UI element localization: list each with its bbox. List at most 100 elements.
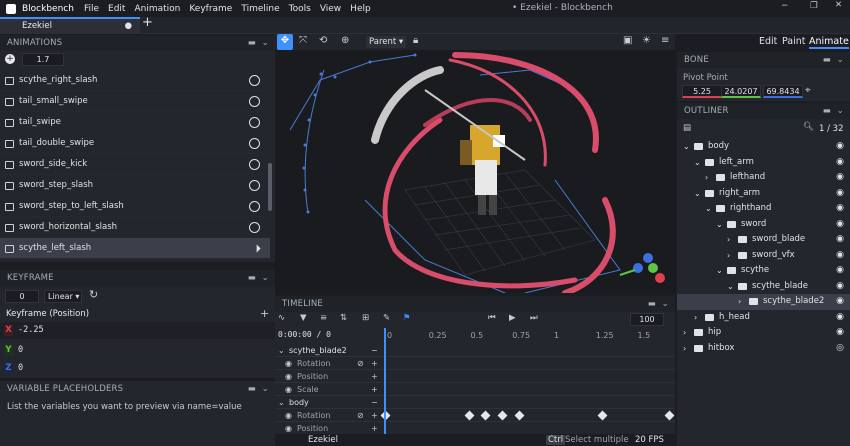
- menu-icon[interactable]: ▬: [648, 296, 656, 312]
- chevron-down-icon[interactable]: ⌄: [683, 139, 690, 155]
- eye-icon[interactable]: ◉: [836, 139, 844, 155]
- eye-icon[interactable]: ◉: [836, 201, 844, 217]
- eye-icon[interactable]: ◉: [836, 155, 844, 171]
- eye-icon[interactable]: ◉: [285, 370, 292, 383]
- chevron-down-icon[interactable]: ⌄: [694, 186, 701, 202]
- timeline-group[interactable]: ⌄ scythe_blade2 −: [275, 344, 675, 357]
- scrollbar[interactable]: [268, 163, 272, 211]
- chevron-down-icon[interactable]: ⌄: [262, 381, 269, 397]
- chevron-down-icon[interactable]: ⌄: [716, 217, 723, 233]
- menu-icon[interactable]: ▬: [823, 103, 831, 119]
- sort-icon[interactable]: ⇅: [340, 313, 347, 323]
- outliner-item[interactable]: ⌄ scythe ◉: [677, 263, 850, 279]
- chevron-down-icon[interactable]: ⌄: [705, 201, 712, 217]
- tab-ezekiel[interactable]: Ezekiel ●: [0, 17, 140, 34]
- eye-icon[interactable]: ◉: [836, 325, 844, 341]
- mode-edit[interactable]: Edit: [759, 36, 777, 47]
- eye-icon[interactable]: ◉: [836, 232, 844, 248]
- animation-item[interactable]: tail_double_swipe: [0, 133, 270, 154]
- animation-item[interactable]: tail_swipe: [0, 112, 270, 133]
- maximize-icon[interactable]: ❐: [810, 1, 818, 11]
- eye-icon[interactable]: ◉: [285, 409, 292, 422]
- animation-item[interactable]: sword_step_to_left_slash: [0, 196, 270, 217]
- animation-item[interactable]: scythe_left_slash ⏵: [0, 238, 270, 259]
- new-tab-button[interactable]: +: [142, 15, 153, 30]
- menu-icon[interactable]: ▬: [248, 270, 256, 286]
- marker-icon[interactable]: ⚑: [403, 313, 411, 323]
- eye-icon[interactable]: ◉: [836, 279, 844, 295]
- animation-item[interactable]: sword_step_slash: [0, 175, 270, 196]
- interpolation-select[interactable]: Linear ▾: [44, 290, 82, 303]
- timeline-channel[interactable]: ◉ Scale +: [275, 383, 675, 396]
- menu-timeline[interactable]: Timeline: [241, 4, 279, 14]
- animation-length-input[interactable]: 1.7: [22, 53, 64, 66]
- outliner-item[interactable]: ⌄ right_arm ◉: [677, 186, 850, 202]
- axis-gizmo[interactable]: [619, 253, 665, 283]
- play-toggle[interactable]: [249, 159, 260, 170]
- menu-keyframe[interactable]: Keyframe: [189, 4, 232, 14]
- outliner-item[interactable]: › hitbox ◎: [677, 341, 850, 357]
- play-icon[interactable]: ▶: [509, 313, 516, 323]
- chevron-right-icon[interactable]: ›: [727, 232, 730, 248]
- play-toggle[interactable]: [249, 201, 260, 212]
- graph-editor-icon[interactable]: ∿: [278, 313, 285, 323]
- keyframe-time-input[interactable]: 0: [5, 290, 39, 303]
- animation-item[interactable]: tail_small_swipe: [0, 91, 270, 112]
- chevron-down-icon[interactable]: ⌄: [837, 103, 844, 119]
- screenshot-icon[interactable]: ▣: [623, 34, 632, 48]
- play-toggle[interactable]: [249, 96, 260, 107]
- eye-icon[interactable]: ◉: [836, 217, 844, 233]
- chevron-down-icon[interactable]: ⌄: [278, 396, 285, 409]
- play-toggle[interactable]: [249, 117, 260, 128]
- resize-tool-icon[interactable]: ⤧: [299, 34, 307, 48]
- move-tool-icon[interactable]: ✥: [277, 34, 293, 50]
- x-value[interactable]: -2.25: [18, 325, 44, 335]
- chevron-down-icon[interactable]: ⌄: [716, 263, 723, 279]
- outliner-item[interactable]: › hip ◉: [677, 325, 850, 341]
- mode-paint[interactable]: Paint: [782, 36, 806, 47]
- close-icon[interactable]: ✕: [835, 0, 842, 10]
- chevron-right-icon[interactable]: ›: [694, 310, 697, 326]
- eye-icon[interactable]: ◉: [836, 263, 844, 279]
- chevron-right-icon[interactable]: ›: [683, 341, 686, 357]
- menu-animation[interactable]: Animation: [134, 4, 180, 14]
- menu-help[interactable]: Help: [350, 4, 371, 14]
- 3d-viewport[interactable]: [275, 50, 675, 293]
- chevron-down-icon[interactable]: ⌄: [262, 270, 269, 286]
- add-keyframe-icon[interactable]: +: [371, 383, 378, 396]
- timeline-group[interactable]: ⌄ body −: [275, 396, 675, 409]
- chevron-right-icon[interactable]: ›: [683, 325, 686, 341]
- edit-icon[interactable]: ✎: [383, 313, 390, 323]
- eye-icon[interactable]: ◉: [285, 383, 292, 396]
- outliner-item[interactable]: › sword_vfx ◉: [677, 248, 850, 264]
- rotate-tool-icon[interactable]: ⟲: [319, 34, 327, 48]
- timeline-ruler[interactable]: 0 0.25 0.5 0.75 1 1.25 1.5: [385, 328, 675, 342]
- timeline-channel[interactable]: ◉ Position +: [275, 370, 675, 383]
- lock-icon[interactable]: 🔒︎: [413, 34, 418, 48]
- add-keyframe-icon[interactable]: +: [371, 409, 378, 422]
- add-keyframe-button[interactable]: +: [260, 307, 269, 320]
- add-keyframe-icon[interactable]: +: [371, 357, 378, 370]
- outliner-options-icon[interactable]: ▤: [683, 123, 691, 133]
- menu-edit[interactable]: Edit: [108, 4, 125, 14]
- y-value[interactable]: 0: [18, 345, 23, 355]
- mode-animate[interactable]: Animate: [809, 36, 849, 49]
- menu-file[interactable]: File: [84, 4, 99, 14]
- collapse-icon[interactable]: −: [371, 396, 378, 409]
- outliner-item[interactable]: ⌄ scythe_blade ◉: [677, 279, 850, 295]
- skip-forward-icon[interactable]: ⏭: [530, 313, 538, 323]
- menu-icon[interactable]: ▬: [248, 35, 256, 51]
- outliner-item[interactable]: › lefthand ◉: [677, 170, 850, 186]
- timeline-channel[interactable]: ◉ Rotation ⊘ +: [275, 409, 675, 422]
- menu-icon[interactable]: ≡: [661, 34, 669, 48]
- chevron-down-icon[interactable]: ⌄: [278, 344, 285, 357]
- chevron-right-icon[interactable]: ›: [738, 294, 741, 310]
- eye-icon[interactable]: ◉: [836, 248, 844, 264]
- eye-icon[interactable]: ◉: [285, 357, 292, 370]
- menu-tools[interactable]: Tools: [289, 4, 311, 14]
- timeline-zoom-input[interactable]: 100: [630, 313, 664, 326]
- pivot-y-input[interactable]: 24.0207: [721, 85, 761, 98]
- outliner-item[interactable]: › sword_blade ◉: [677, 232, 850, 248]
- eye-icon[interactable]: ◉: [836, 170, 844, 186]
- reset-icon[interactable]: ↻: [89, 288, 98, 301]
